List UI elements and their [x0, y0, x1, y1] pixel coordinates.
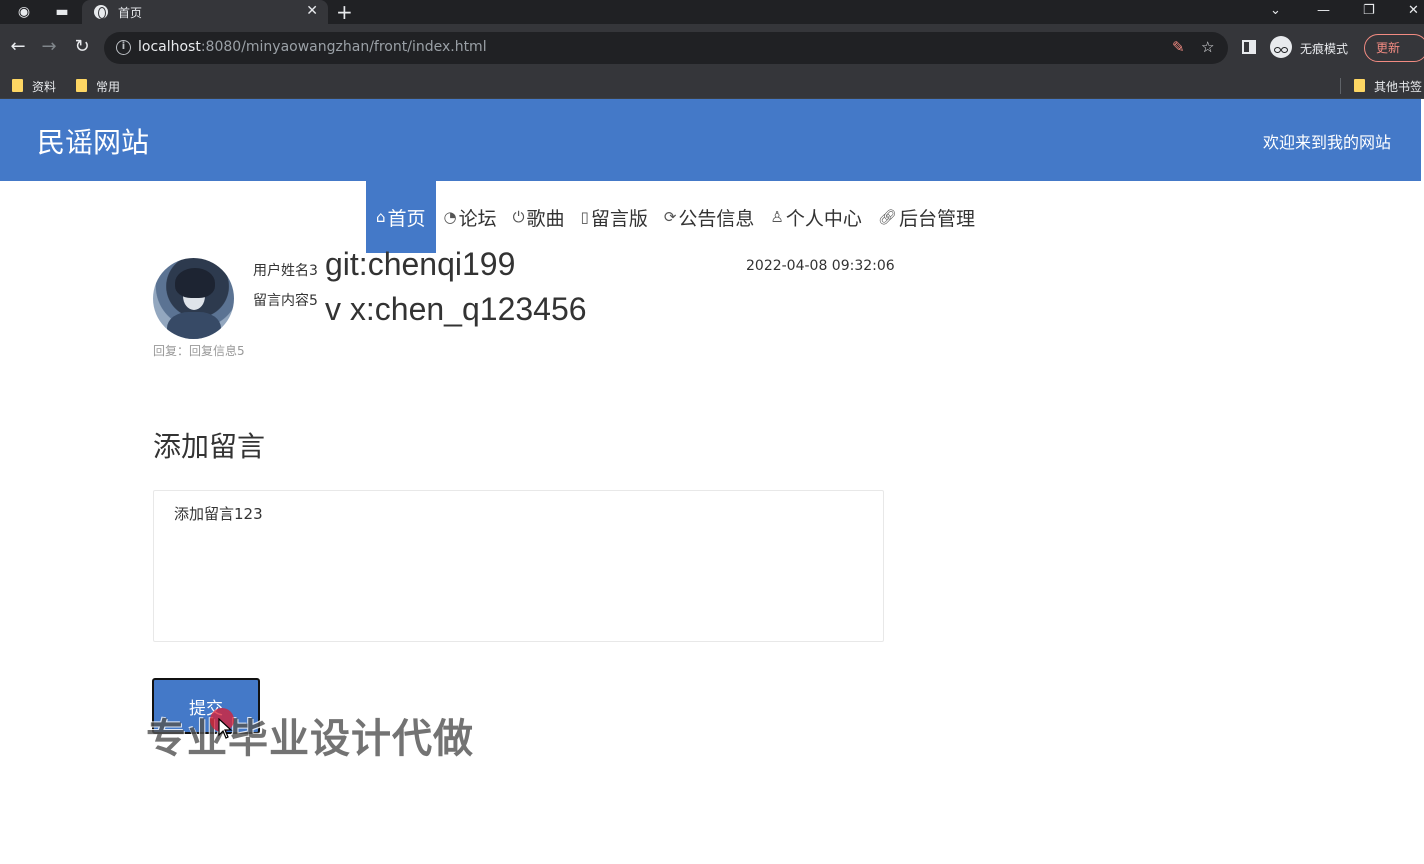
- url-text[interactable]: localhost:8080/minyaowangzhan/front/inde…: [138, 39, 487, 55]
- overlay-vx-text: v x:chen_q123456: [325, 291, 587, 327]
- mouse-cursor-icon: [210, 708, 242, 742]
- blocked-popup-icon[interactable]: ✎: [1172, 38, 1185, 56]
- bookmark-folder-other[interactable]: 其他书签: [1354, 78, 1422, 95]
- side-panel-icon[interactable]: [1242, 40, 1256, 54]
- refresh-icon: ⟳: [663, 208, 677, 226]
- dashboard-icon: ◔: [443, 208, 457, 226]
- forward-icon[interactable]: →: [38, 36, 60, 58]
- globe-icon[interactable]: ◉: [16, 4, 32, 20]
- overlay-git-text: git:chenqi199: [325, 246, 516, 282]
- close-window-icon[interactable]: ✕: [1408, 0, 1419, 24]
- address-bar[interactable]: i localhost:8080/minyaowangzhan/front/in…: [104, 32, 1228, 64]
- message-content: 留言内容5: [253, 293, 318, 309]
- note-icon: ▯: [580, 208, 589, 226]
- site-title[interactable]: 民谣网站: [37, 121, 149, 161]
- link-icon: 🔗︎: [877, 208, 897, 226]
- user-icon: ♙: [770, 208, 784, 226]
- reload-icon[interactable]: ↻: [71, 36, 93, 58]
- minimize-icon[interactable]: —: [1317, 0, 1330, 24]
- bookmark-folder-changyong[interactable]: 常用: [76, 78, 120, 95]
- message-reply: 回复：回复信息5: [153, 344, 245, 358]
- message-user-name: 用户姓名3: [253, 263, 318, 279]
- add-message-title: 添加留言: [153, 430, 266, 463]
- bookmark-folder-ziliao[interactable]: 资料: [12, 78, 56, 95]
- message-textarea[interactable]: 添加留言123: [153, 490, 884, 642]
- nav-item-announcements[interactable]: ⟳ 公告信息: [656, 181, 763, 253]
- update-button[interactable]: 更新: [1364, 34, 1424, 62]
- new-tab-icon[interactable]: +: [336, 0, 353, 24]
- browser-toolbar: ← → ↻ i localhost:8080/minyaowangzhan/fr…: [0, 24, 1424, 72]
- nav-item-songs[interactable]: ⏻ 歌曲: [505, 181, 573, 253]
- browser-tab-bar: ◉ ▬ 首页 ✕ + ⌄ — ❐ ✕: [0, 0, 1424, 24]
- site-info-icon[interactable]: i: [116, 40, 131, 55]
- home-icon: ⌂: [376, 208, 386, 226]
- site-header: 民谣网站 欢迎来到我的网站: [0, 99, 1421, 181]
- bookmarks-divider: [1340, 78, 1341, 94]
- restore-icon[interactable]: ❐: [1363, 0, 1375, 24]
- bookmark-star-icon[interactable]: ☆: [1201, 38, 1214, 56]
- welcome-text: 欢迎来到我的网站: [1262, 133, 1391, 152]
- close-tab-icon[interactable]: ✕: [306, 3, 318, 19]
- tab-search-icon[interactable]: ⌄: [1270, 0, 1281, 24]
- incognito-label: 无痕模式: [1300, 42, 1349, 56]
- nav-item-guestbook[interactable]: ▯ 留言版: [573, 181, 656, 253]
- nav-item-forum[interactable]: ◔ 论坛: [436, 181, 505, 253]
- browser-tab-active[interactable]: 首页 ✕: [82, 0, 328, 24]
- bookmarks-bar: 资料 常用 其他书签: [0, 72, 1424, 99]
- nav-item-home[interactable]: ⌂ 首页: [366, 181, 436, 253]
- power-icon: ⏻: [512, 208, 525, 226]
- nav-item-admin[interactable]: 🔗︎ 后台管理: [870, 181, 983, 253]
- watermark-text: 专业毕业设计代做: [146, 716, 474, 762]
- message-time: 2022-04-08 09:32:06: [746, 258, 895, 274]
- avatar: [153, 258, 234, 339]
- main-nav: ⌂ 首页 ◔ 论坛 ⏻ 歌曲 ▯ 留言版 ⟳ 公告信息 ♙ 个人中心 🔗︎ 后台管理: [366, 181, 983, 253]
- nav-item-profile[interactable]: ♙ 个人中心: [762, 181, 869, 253]
- tab-title: 首页: [118, 6, 143, 20]
- incognito-icon[interactable]: [1270, 36, 1292, 58]
- globe-favicon-icon: [94, 5, 108, 19]
- tab-strip-icon[interactable]: ▬: [54, 4, 70, 20]
- back-icon[interactable]: ←: [7, 36, 29, 58]
